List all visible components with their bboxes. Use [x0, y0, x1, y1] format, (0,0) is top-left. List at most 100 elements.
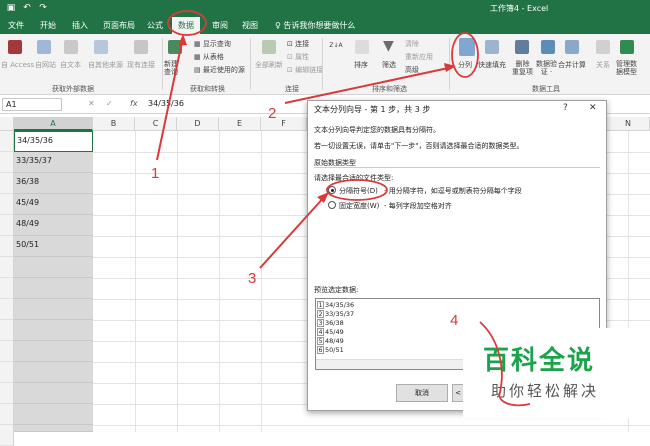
tell-me-search[interactable]: ♀ 告诉我你想要做什么 [275, 20, 355, 31]
column-header-a[interactable]: A [14, 117, 93, 131]
insert-function-button[interactable]: fx [130, 99, 138, 108]
save-icon[interactable]: ▣ [6, 3, 16, 13]
row-header[interactable] [0, 131, 14, 152]
clear-filter-button[interactable]: 清除 [405, 39, 419, 49]
remove-duplicates-button[interactable]: 删除 重复项 [512, 60, 533, 76]
recent-sources-button[interactable]: ▤ 最近使用的源 [194, 65, 245, 75]
reapply-filter-button[interactable]: 重新应用 [405, 52, 433, 62]
row-header[interactable] [0, 236, 14, 257]
annotation-number-1: 1 [151, 165, 160, 182]
filter-icon[interactable]: ▼ [383, 38, 394, 54]
group-label-get-transform: 获取和转换 [190, 85, 225, 93]
relationships-button[interactable]: 关系 [596, 60, 610, 70]
column-header-b[interactable]: B [93, 117, 135, 131]
row-header[interactable] [0, 425, 14, 446]
table-cell[interactable] [14, 404, 93, 425]
sort-button[interactable]: 排序 [354, 60, 368, 70]
cell-a6[interactable]: 50/51 [14, 236, 93, 257]
row-header[interactable] [0, 320, 14, 341]
cell-a3[interactable]: 36/38 [14, 173, 93, 194]
tab-data[interactable]: 数据 [172, 17, 200, 34]
edit-links-button[interactable]: ⊡ 编辑链接 [287, 65, 323, 75]
close-button[interactable]: ✕ [589, 103, 597, 113]
text-to-columns-button[interactable]: 分列 [458, 60, 472, 70]
table-cell[interactable] [14, 341, 93, 362]
from-text-button[interactable]: 自文本 [60, 60, 81, 70]
table-cell[interactable] [14, 425, 93, 432]
from-access-button[interactable]: 自 Access [1, 60, 34, 70]
row-header[interactable] [0, 362, 14, 383]
row-header[interactable] [0, 341, 14, 362]
delimited-radio[interactable] [328, 186, 336, 194]
fixed-width-radio[interactable] [328, 201, 336, 209]
ribbon-separator [250, 38, 251, 90]
refresh-all-button[interactable]: 全部刷新 [255, 60, 283, 70]
existing-connections-button[interactable]: 现有连接 [127, 60, 155, 70]
row-header[interactable] [0, 383, 14, 404]
column-header-e[interactable]: E [219, 117, 261, 131]
column-header-d[interactable]: D [177, 117, 219, 131]
select-all-corner[interactable] [0, 117, 14, 131]
row-header[interactable] [0, 299, 14, 320]
cell-a4[interactable]: 45/49 [14, 194, 93, 215]
connections-button[interactable]: ⊡ 连接 [287, 39, 309, 49]
from-table-label: 从表格 [202, 53, 224, 61]
annotation-number-3: 3 [248, 270, 257, 287]
dialog-title: 文本分列向导 - 第 1 步，共 3 步 [314, 105, 431, 114]
properties-button[interactable]: ⊡ 属性 [287, 52, 309, 62]
row-header[interactable] [0, 152, 14, 173]
table-cell[interactable] [14, 320, 93, 341]
delimited-description: - 用分隔字符，如逗号或制表符分隔每个字段 [384, 187, 522, 195]
cell-a5[interactable]: 48/49 [14, 215, 93, 236]
tab-formulas[interactable]: 公式 [147, 20, 163, 31]
tab-home[interactable]: 开始 [40, 20, 56, 31]
cancel-icon[interactable]: ✕ [88, 99, 95, 108]
preview-row: 34/35/36 [325, 301, 355, 309]
from-web-button[interactable]: 自网站 [35, 60, 56, 70]
table-cell[interactable] [14, 362, 93, 383]
row-header[interactable] [0, 215, 14, 236]
data-validation-button[interactable]: 数据验 证 · [536, 60, 557, 76]
refresh-all-icon [262, 40, 276, 54]
flash-fill-button[interactable]: 快速填充 [478, 60, 506, 70]
table-cell[interactable] [14, 383, 93, 404]
tab-review[interactable]: 审阅 [212, 20, 228, 31]
column-header-c[interactable]: C [135, 117, 177, 131]
row-header[interactable] [0, 257, 14, 278]
show-queries-button[interactable]: ▦ 显示查询 [194, 39, 231, 49]
advanced-filter-button[interactable]: 高级 [405, 65, 419, 75]
enter-icon[interactable]: ✓ [106, 99, 113, 108]
consolidate-button[interactable]: 合并计算 [558, 60, 586, 70]
table-cell[interactable] [14, 257, 93, 278]
row-header[interactable] [0, 194, 14, 215]
row-header[interactable] [0, 278, 14, 299]
new-query-button[interactable]: 新建 查询 [164, 60, 178, 76]
relationships-icon [596, 40, 610, 54]
sort-az-icon[interactable]: Z↓A [329, 42, 343, 49]
row-header[interactable] [0, 404, 14, 425]
cancel-button[interactable]: 取消 [396, 384, 448, 402]
undo-icon[interactable]: ↶ [22, 3, 32, 13]
name-box[interactable]: A1 [2, 98, 62, 111]
delimited-label[interactable]: 分隔符号(D) [339, 186, 378, 196]
filter-button[interactable]: 筛选 [382, 60, 396, 70]
cell-a1[interactable]: 34/35/36 [14, 131, 93, 152]
table-cell[interactable] [14, 278, 93, 299]
tab-page-layout[interactable]: 页面布局 [103, 20, 135, 31]
fixed-width-label[interactable]: 固定宽度(W) [339, 201, 379, 211]
redo-icon[interactable]: ↷ [38, 3, 48, 13]
from-other-sources-button[interactable]: 自其他来源 [88, 60, 123, 70]
cell-a2[interactable]: 33/35/37 [14, 152, 93, 173]
tab-file[interactable]: 文件 [8, 20, 24, 31]
other-sources-icon [94, 40, 108, 54]
column-header-n[interactable]: N [607, 117, 650, 131]
from-table-button[interactable]: ▦ 从表格 [194, 52, 224, 62]
tab-view[interactable]: 视图 [242, 20, 258, 31]
manage-data-model-button[interactable]: 管理数 据模型 [616, 60, 637, 76]
table-cell[interactable] [14, 299, 93, 320]
formula-input[interactable]: 34/35/36 [148, 99, 184, 108]
watermark-logo: 百科全说 助你轻松解决 [463, 328, 650, 418]
help-button[interactable]: ? [563, 103, 568, 113]
tab-insert[interactable]: 插入 [72, 20, 88, 31]
row-header[interactable] [0, 173, 14, 194]
